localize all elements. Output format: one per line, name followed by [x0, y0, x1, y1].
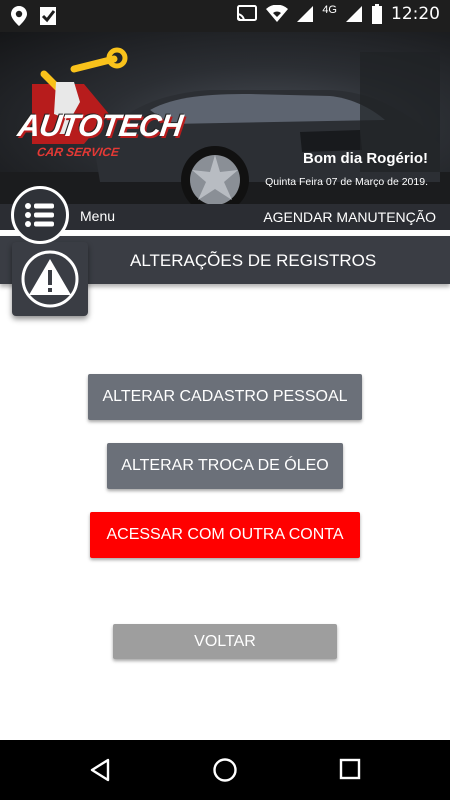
current-date: Quinta Feira 07 de Março de 2019.: [265, 176, 428, 188]
greeting: Bom dia Rogério!: [302, 150, 428, 167]
menu-button[interactable]: [11, 186, 69, 244]
signal-icon: [297, 6, 314, 22]
warning-icon: [21, 250, 79, 308]
page-title: ALTERAÇÕES DE REGISTROS: [130, 251, 377, 270]
logo-title: AUTOTECH: [15, 108, 185, 143]
battery-icon: [372, 4, 382, 24]
back-button[interactable]: VOLTAR: [113, 624, 337, 659]
navigation-bar: [0, 740, 450, 800]
clock: 12:20: [391, 4, 440, 24]
switch-account-button[interactable]: ACESSAR COM OUTRA CONTA: [90, 512, 360, 558]
cast-icon: [237, 5, 258, 22]
signal-icon: [346, 6, 362, 22]
network-type: 4G: [322, 4, 337, 16]
back-triangle-icon[interactable]: [88, 758, 112, 782]
header-banner: AUTOTECH CAR SERVICE Bom dia Rogério! Qu…: [0, 32, 450, 204]
location-pin-icon: [11, 6, 27, 26]
edit-personal-data-button[interactable]: ALTERAR CADASTRO PESSOAL: [88, 374, 362, 420]
logo-subtitle: CAR SERVICE: [36, 145, 120, 159]
home-circle-icon[interactable]: [212, 757, 238, 783]
check-flag-icon: [40, 7, 56, 25]
schedule-maintenance-link[interactable]: AGENDAR MANUTENÇÃO: [263, 209, 436, 225]
status-bar: 4G 12:20: [0, 0, 450, 32]
edit-oil-change-button[interactable]: ALTERAR TROCA DE ÓLEO: [107, 443, 343, 489]
warning-badge: [12, 242, 88, 316]
recents-square-icon[interactable]: [339, 758, 361, 780]
list-icon: [25, 203, 54, 227]
wifi-icon: [266, 5, 289, 22]
menu-label[interactable]: Menu: [80, 208, 115, 224]
